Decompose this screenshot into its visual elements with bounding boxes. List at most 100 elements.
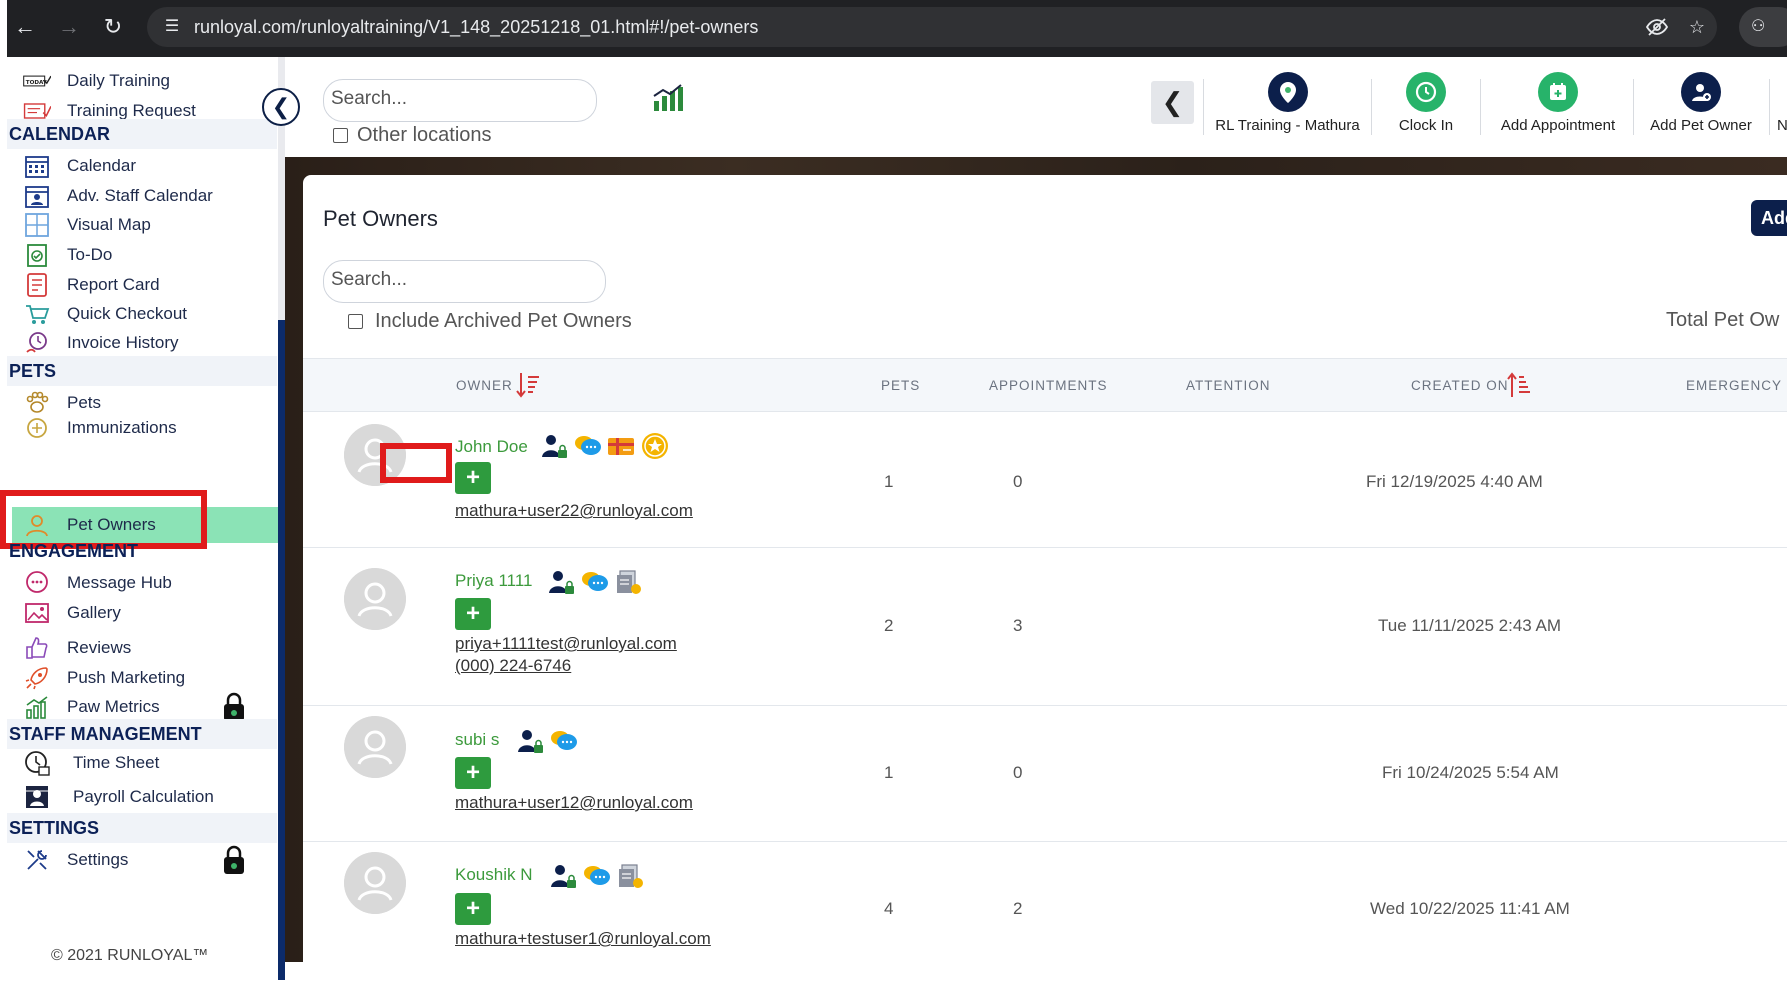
column-header-created-on[interactable]: CREATED ON <box>1411 378 1509 393</box>
other-locations-label: Other locations <box>357 124 492 146</box>
avatar <box>344 716 406 778</box>
sidebar-item-reviews[interactable]: Reviews <box>23 632 131 664</box>
sort-icon[interactable] <box>516 371 540 399</box>
growth-chart-icon[interactable] <box>651 81 685 115</box>
sidebar-item-immunizations[interactable]: Immunizations <box>23 417 177 439</box>
add-button[interactable]: Add <box>1751 200 1787 236</box>
chat-bubbles-icon <box>582 861 612 891</box>
sidebar-scrollbar-thumb[interactable] <box>278 320 285 980</box>
appointments-count: 0 <box>1013 472 1023 491</box>
profile-icon[interactable]: ⚇ <box>1739 7 1787 47</box>
pet-owners-card: Pet Owners Add Search... Include Archive… <box>303 175 1787 962</box>
reload-icon[interactable]: ↻ <box>100 14 126 40</box>
include-archived-checkbox[interactable] <box>348 314 363 329</box>
owner-phone-link[interactable]: (000) 224-6746 <box>455 656 571 676</box>
column-header-pets[interactable]: PETS <box>881 378 920 393</box>
header-back-button[interactable]: ❮ <box>1151 81 1194 124</box>
add-pet-button[interactable]: + <box>455 598 491 630</box>
header-separator <box>1480 79 1481 135</box>
sidebar-item-report-card[interactable]: Report Card <box>23 269 160 301</box>
owner-email-link[interactable]: mathura+user12@runloyal.com <box>455 793 693 813</box>
star-badge-icon <box>640 431 670 461</box>
site-info-icon[interactable]: ☰ <box>161 16 183 38</box>
owner-name[interactable]: John Doe <box>455 437 528 457</box>
search-placeholder: Search... <box>331 88 408 109</box>
add-appointment-button[interactable]: Add Appointment <box>1488 72 1628 134</box>
calendar-add-icon <box>1538 72 1578 112</box>
gallery-icon <box>23 599 51 627</box>
owner-name[interactable]: subi s <box>455 730 499 750</box>
sidebar-item-calendar[interactable]: Calendar <box>23 150 136 182</box>
header-separator <box>1203 79 1204 135</box>
owner-name[interactable]: Koushik N <box>455 865 532 885</box>
sidebar-item-todo[interactable]: To-Do <box>23 239 112 271</box>
sidebar-item-label: Visual Map <box>67 215 151 234</box>
report-card-icon <box>23 271 51 299</box>
forward-arrow-icon[interactable]: → <box>56 14 82 40</box>
pets-count: 4 <box>884 899 894 918</box>
person-lock-icon <box>539 431 569 461</box>
sidebar-item-visual-map[interactable]: Visual Map <box>23 209 151 241</box>
bookmark-star-icon[interactable]: ☆ <box>1685 15 1709 39</box>
sidebar-item-pets[interactable]: Pets <box>23 387 101 419</box>
add-pet-owner-label: Add Pet Owner <box>1650 117 1752 134</box>
location-search-input[interactable]: Search... <box>323 79 597 122</box>
created-on-date: Tue 11/11/2025 2:43 AM <box>1378 616 1562 635</box>
eye-off-icon[interactable] <box>1645 15 1669 39</box>
section-header-pets: PETS <box>7 356 277 386</box>
settings-icon <box>23 846 51 874</box>
immunization-icon <box>23 417 51 439</box>
other-locations-checkbox[interactable] <box>333 128 348 143</box>
column-header-owner[interactable]: OWNER <box>456 378 513 393</box>
add-pet-button[interactable]: + <box>455 462 491 494</box>
sidebar-item-daily-training[interactable]: TODAY Daily Training <box>23 65 170 97</box>
table-row[interactable]: John Doe + mathura+user22@runloyal.com 1… <box>303 412 1787 548</box>
column-header-appointments[interactable]: APPOINTMENTS <box>989 378 1108 393</box>
header-separator <box>1633 79 1634 135</box>
add-pet-owner-button[interactable]: Add Pet Owner <box>1641 72 1761 134</box>
add-pet-button[interactable]: + <box>455 757 491 789</box>
location-label: RL Training - Mathura <box>1215 117 1360 134</box>
map-pin-icon <box>1267 72 1308 112</box>
owner-search-input[interactable]: Search... <box>323 260 606 303</box>
sidebar-item-label: Immunizations <box>67 418 177 437</box>
sidebar-item-payroll[interactable]: Payroll Calculation <box>23 781 214 813</box>
cart-icon <box>23 300 51 328</box>
thumbs-up-icon <box>23 634 51 662</box>
notifications-button[interactable]: Notifications <box>1775 72 1787 134</box>
sidebar-item-settings[interactable]: Settings <box>23 844 128 876</box>
browser-chrome: ← → ↻ ☰ runloyal.com/runloyaltraining/V1… <box>0 0 1787 57</box>
sidebar-item-message-hub[interactable]: Message Hub <box>23 567 172 599</box>
owner-email-link[interactable]: mathura+user22@runloyal.com <box>455 501 693 521</box>
column-header-emergency[interactable]: EMERGENCY D <box>1686 378 1787 393</box>
owner-email-link[interactable]: priya+1111test@runloyal.com <box>455 634 677 654</box>
sidebar-item-label: Time Sheet <box>73 753 160 772</box>
clock-in-button[interactable]: Clock In <box>1381 72 1471 134</box>
payroll-icon <box>23 783 51 811</box>
owner-email-link[interactable]: mathura+testuser1@runloyal.com <box>455 929 711 949</box>
sidebar-item-adv-staff-calendar[interactable]: Adv. Staff Calendar <box>23 180 213 212</box>
page-title: Pet Owners <box>323 206 438 231</box>
sidebar-item-invoice-history[interactable]: Invoice History <box>23 327 178 359</box>
sidebar-item-push-marketing[interactable]: Push Marketing <box>23 662 185 694</box>
sidebar-item-time-sheet[interactable]: Time Sheet <box>23 747 159 779</box>
url-text[interactable]: runloyal.com/runloyaltraining/V1_148_202… <box>194 17 758 38</box>
collapse-sidebar-button[interactable]: ❮ <box>262 88 300 126</box>
gift-card-icon <box>606 431 636 461</box>
sidebar-item-quick-checkout[interactable]: Quick Checkout <box>23 298 187 330</box>
table-row[interactable]: Koushik N + mathura+testuser1@runloyal.c… <box>303 842 1787 982</box>
address-bar[interactable]: ☰ runloyal.com/runloyaltraining/V1_148_2… <box>147 7 1717 47</box>
owner-name[interactable]: Priya 1111 <box>455 571 533 591</box>
add-pet-button[interactable]: + <box>455 893 491 925</box>
sidebar-item-gallery[interactable]: Gallery <box>23 597 121 629</box>
clock-icon <box>23 749 51 777</box>
back-arrow-icon[interactable]: ← <box>12 14 38 40</box>
table-row[interactable]: Priya 1111 + priya+1111test@runloyal.com… <box>303 548 1787 706</box>
table-row[interactable]: subi s + mathura+user12@runloyal.com 1 0… <box>303 706 1787 842</box>
column-header-attention[interactable]: ATTENTION <box>1186 378 1271 393</box>
location-button[interactable]: RL Training - Mathura <box>1215 72 1360 134</box>
top-header: Search... Other locations ❮ RL Training … <box>285 57 1787 157</box>
pets-count: 1 <box>884 763 894 782</box>
sort-icon[interactable] <box>1507 371 1531 399</box>
sidebar-item-label: Payroll Calculation <box>73 787 214 806</box>
